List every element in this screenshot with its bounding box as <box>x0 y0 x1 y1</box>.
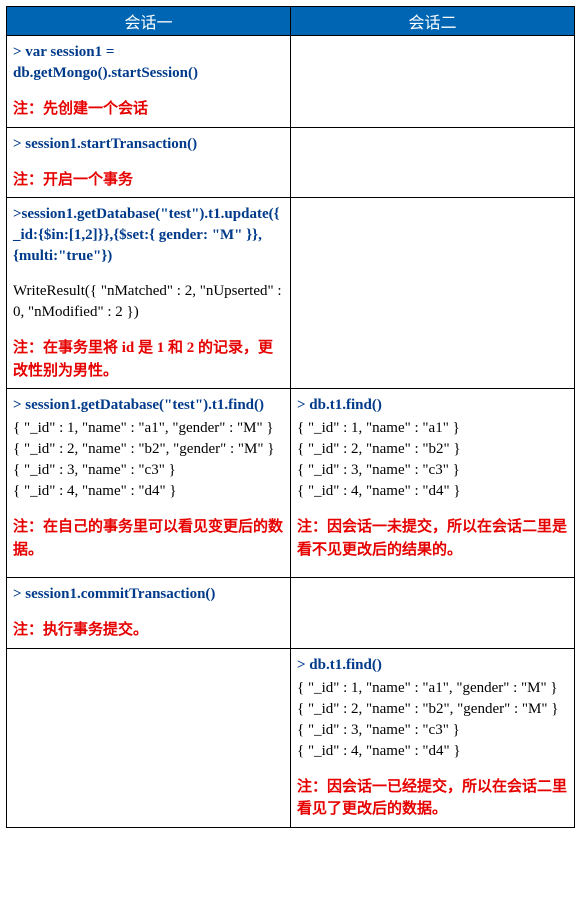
table-row: > db.t1.find() { "_id" : 1, "name" : "a1… <box>7 648 575 827</box>
note-text: 注：因会话一已经提交，所以在会话二里看见了更改后的数据。 <box>297 776 568 821</box>
note-text: 注：因会话一未提交，所以在会话二里是看不见更改后的结果的。 <box>297 516 568 561</box>
output-text: { "_id" : 1, "name" : "a1", "gender" : "… <box>13 418 284 502</box>
command-text: > session1.getDatabase("test").t1.find() <box>13 395 284 416</box>
command-text: > db.t1.find() <box>297 655 568 676</box>
command-text: >session1.getDatabase("test").t1.update(… <box>13 204 284 267</box>
table-row: >session1.getDatabase("test").t1.update(… <box>7 198 575 389</box>
output-text: WriteResult({ "nMatched" : 2, "nUpserted… <box>13 281 284 323</box>
table-row: > session1.getDatabase("test").t1.find()… <box>7 389 575 578</box>
command-text: > session1.startTransaction() <box>13 134 284 155</box>
note-text: 注：开启一个事务 <box>13 169 284 192</box>
note-text: 注：执行事务提交。 <box>13 619 284 642</box>
table-row: > session1.startTransaction() 注：开启一个事务 <box>7 127 575 198</box>
session-table: 会话一 会话二 > var session1 = db.getMongo().s… <box>6 6 575 828</box>
header-session2: 会话二 <box>291 7 575 36</box>
table-row: > var session1 = db.getMongo().startSess… <box>7 36 575 128</box>
note-text: 注：先创建一个会话 <box>13 98 284 121</box>
header-session1: 会话一 <box>7 7 291 36</box>
output-text: { "_id" : 1, "name" : "a1", "gender" : "… <box>297 678 568 762</box>
command-text: > session1.commitTransaction() <box>13 584 284 605</box>
output-text: { "_id" : 1, "name" : "a1" }{ "_id" : 2,… <box>297 418 568 502</box>
command-text: > db.t1.find() <box>297 395 568 416</box>
command-text: > var session1 = db.getMongo().startSess… <box>13 42 284 84</box>
note-text: 注：在自己的事务里可以看见变更后的数据。 <box>13 516 284 561</box>
note-text: 注：在事务里将 id 是 1 和 2 的记录，更改性别为男性。 <box>13 337 284 382</box>
table-row: > session1.commitTransaction() 注：执行事务提交。 <box>7 578 575 649</box>
